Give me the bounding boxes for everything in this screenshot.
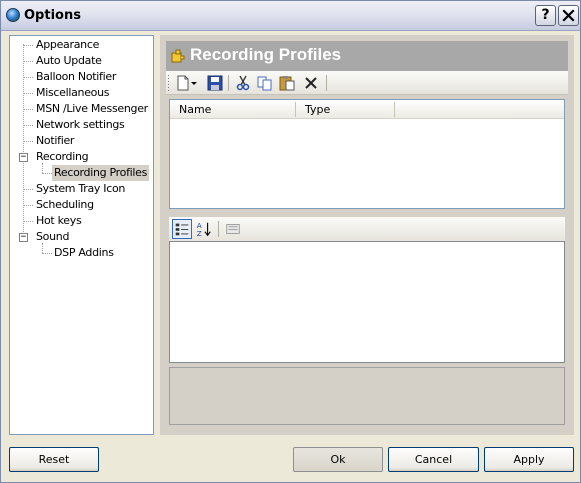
profiles-toolbar — [166, 71, 568, 95]
tree-item-system-tray-icon[interactable]: System Tray Icon — [34, 181, 127, 197]
alphabetical-sort-icon[interactable]: A Z — [194, 219, 214, 239]
help-button[interactable]: ? — [535, 5, 556, 26]
property-pages-icon[interactable] — [223, 219, 243, 239]
tree-item-network-settings[interactable]: Network settings — [34, 117, 127, 133]
copy-icon[interactable] — [256, 74, 274, 92]
tree-connector — [23, 125, 33, 126]
tree-connector — [23, 141, 33, 142]
tree-item-scheduling[interactable]: Scheduling — [34, 197, 96, 213]
list-header: Name Type — [170, 100, 564, 119]
toolbar-separator — [228, 75, 229, 91]
tree-connector — [23, 45, 33, 46]
tree-item-sound[interactable]: Sound — [34, 229, 71, 245]
column-header-name[interactable]: Name — [179, 103, 211, 117]
tree-item-hot-keys[interactable]: Hot keys — [34, 213, 83, 229]
delete-icon[interactable] — [302, 74, 320, 92]
tree-connector — [23, 189, 33, 190]
options-tree[interactable]: Appearance Auto Update Balloon Notifier … — [9, 35, 154, 435]
close-icon — [562, 9, 575, 22]
column-header-type[interactable]: Type — [305, 103, 330, 117]
tree-connector — [42, 173, 52, 174]
tree-connector — [23, 77, 33, 78]
collapse-sound-icon[interactable]: − — [19, 233, 28, 242]
close-button[interactable] — [558, 5, 579, 26]
tree-item-miscellaneous[interactable]: Miscellaneous — [34, 85, 111, 101]
column-separator[interactable] — [394, 102, 395, 117]
tree-connector — [23, 44, 24, 240]
window-title: Options — [24, 8, 81, 23]
panel-header: Recording Profiles — [166, 41, 568, 71]
tree-item-appearance[interactable]: Appearance — [34, 37, 101, 53]
tree-item-balloon-notifier[interactable]: Balloon Notifier — [34, 69, 118, 85]
collapse-recording-icon[interactable]: − — [19, 153, 28, 162]
title-bar[interactable]: Options ? — [1, 1, 580, 31]
cut-icon[interactable] — [234, 74, 252, 92]
apply-button[interactable]: Apply — [484, 447, 574, 472]
property-grid[interactable] — [169, 241, 565, 363]
column-separator[interactable] — [295, 102, 296, 117]
tree-connector — [23, 221, 33, 222]
paste-icon[interactable] — [278, 74, 296, 92]
tree-connector — [23, 61, 33, 62]
tree-connector — [23, 109, 33, 110]
options-dialog: Options ? Appearance Auto Update Balloon… — [0, 0, 581, 483]
tree-connector — [23, 205, 33, 206]
tree-item-recording[interactable]: Recording — [34, 149, 90, 165]
cancel-button[interactable]: Cancel — [388, 447, 479, 472]
app-globe-icon — [6, 8, 20, 22]
toolbar-separator — [326, 75, 327, 91]
categorized-icon[interactable] — [172, 219, 192, 239]
toolbar-grip — [168, 75, 169, 91]
tree-item-dsp-addins[interactable]: DSP Addins — [52, 245, 116, 261]
toolbar-separator — [218, 221, 219, 237]
tree-item-recording-profiles[interactable]: Recording Profiles — [52, 165, 150, 181]
profiles-puzzle-icon — [171, 49, 185, 63]
tree-connector — [23, 93, 33, 94]
tree-item-auto-update[interactable]: Auto Update — [34, 53, 104, 69]
ok-button[interactable]: Ok — [293, 447, 383, 472]
tree-connector — [42, 253, 52, 254]
panel-title: Recording Profiles — [190, 45, 342, 64]
tree-item-notifier[interactable]: Notifier — [34, 133, 76, 149]
profiles-list[interactable]: Name Type — [169, 99, 565, 209]
property-toolbar: A Z — [169, 217, 565, 241]
reset-button[interactable]: Reset — [9, 447, 99, 472]
settings-panel: Recording Profiles Name Type A Z — [160, 35, 574, 435]
property-description — [169, 367, 565, 425]
save-icon[interactable] — [206, 74, 224, 92]
tree-item-msn-live-messenger[interactable]: MSN /Live Messenger — [34, 101, 150, 117]
dropdown-arrow-icon[interactable] — [190, 74, 198, 92]
svg-text:Z: Z — [197, 229, 202, 238]
